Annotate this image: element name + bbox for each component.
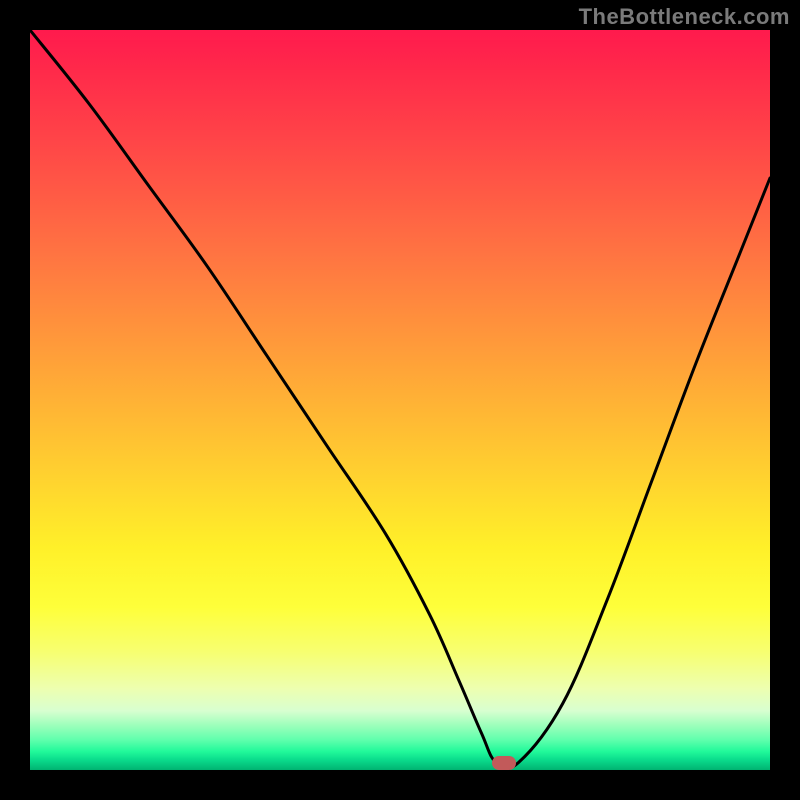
watermark-text: TheBottleneck.com [579,4,790,30]
curve-layer [30,30,770,770]
bottleneck-curve [30,30,770,769]
minimum-marker [492,756,516,770]
chart-frame: TheBottleneck.com [0,0,800,800]
plot-area [30,30,770,770]
